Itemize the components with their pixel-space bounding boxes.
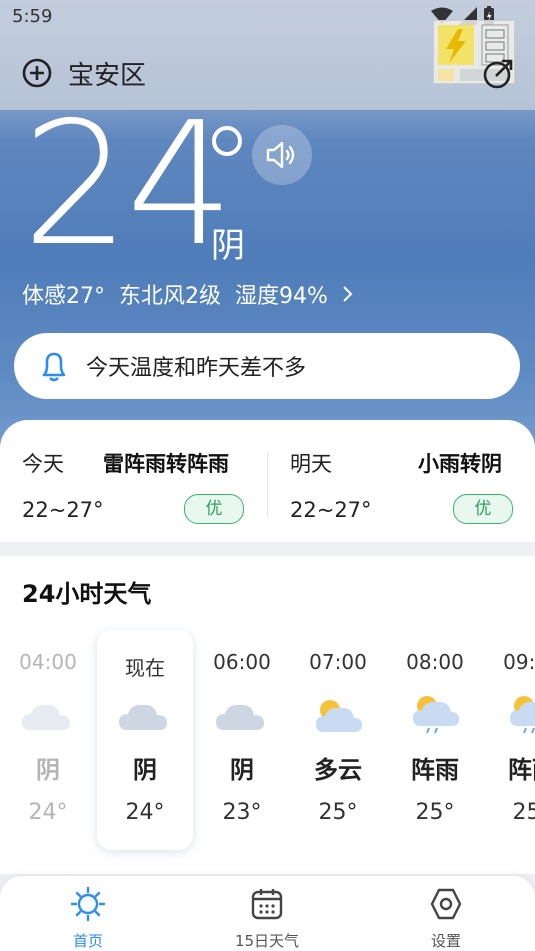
hour-temp: 24°	[28, 800, 68, 825]
hour-condition: 阵雨	[411, 756, 459, 784]
hour-condition: 多云	[314, 756, 362, 784]
status-time: 5:59	[12, 6, 53, 27]
hourly-section: 24小时天气 04:00 阴 24° 现在 阴 24° 06:00 阴 23° …	[0, 556, 535, 874]
cloud-icon	[216, 704, 264, 730]
cloud-icon	[119, 704, 167, 730]
calendar-icon	[251, 889, 283, 920]
settings-icon	[430, 888, 462, 920]
forecast-today[interactable]: 今天 雷阵雨转阵雨 22~27° 优	[0, 420, 245, 542]
nav-15day-label: 15日天气	[234, 932, 300, 950]
nav-home-label: 首页	[72, 932, 103, 950]
hour-temp: 23°	[222, 800, 262, 825]
cloud-icon	[22, 704, 70, 730]
shower-icon	[413, 696, 459, 734]
partly-cloudy-icon	[316, 700, 362, 732]
sun-icon	[70, 886, 106, 922]
current-condition: 阴	[211, 226, 245, 266]
forecast-condition: 小雨转阴	[418, 452, 502, 476]
nav-home[interactable]: 首页	[28, 886, 148, 951]
hour-item[interactable]: 06:00 阴 23°	[194, 628, 290, 850]
current-details[interactable]: 体感27° 东北风2级 湿度94%	[22, 278, 354, 310]
hour-temp: 25°	[318, 800, 358, 825]
notice-text: 今天温度和昨天差不多	[86, 356, 307, 381]
hour-time: 07:00	[309, 650, 367, 674]
forecast-tomorrow[interactable]: 明天 小雨转阴 22~27° 优	[268, 420, 535, 542]
nav-15day[interactable]: 15日天气	[207, 886, 327, 951]
chevron-right-icon	[343, 286, 353, 302]
weather-notice[interactable]: 今天温度和昨天差不多	[14, 333, 520, 399]
hour-item[interactable]: 09:00 阵雨 25°	[484, 628, 535, 850]
humidity: 湿度94%	[235, 284, 328, 309]
hour-item[interactable]: 04:00 阴 24°	[0, 628, 96, 850]
hourly-title: 24小时天气	[22, 580, 152, 608]
aqi-badge: 优	[453, 494, 513, 524]
forecast-day: 明天	[290, 452, 332, 476]
hour-temp: 25°	[512, 800, 535, 825]
hour-time: 08:00	[406, 650, 464, 674]
hour-condition: 阴	[133, 756, 157, 784]
nav-settings[interactable]: 设置	[386, 886, 506, 951]
add-city-icon[interactable]	[22, 58, 52, 88]
hour-temp: 24°	[125, 800, 165, 825]
hour-condition: 阴	[36, 756, 60, 784]
wind: 东北风2级	[119, 284, 221, 309]
hour-item[interactable]: 07:00 多云 25°	[290, 628, 386, 850]
hour-item-current[interactable]: 现在 阴 24°	[97, 630, 193, 850]
hour-time: 06:00	[213, 650, 271, 674]
hour-item[interactable]: 08:00 阵雨 25°	[387, 628, 483, 850]
hour-condition: 阵雨	[508, 756, 535, 784]
voice-broadcast-button[interactable]	[252, 125, 312, 185]
shower-icon	[510, 696, 535, 734]
hour-time: 04:00	[19, 650, 77, 674]
nav-settings-label: 设置	[430, 932, 461, 950]
hour-time: 09:00	[503, 650, 535, 674]
share-icon[interactable]	[482, 58, 514, 90]
bell-icon	[42, 352, 66, 382]
forecast-range: 22~27°	[290, 498, 372, 522]
degree-symbol	[212, 126, 242, 156]
bottom-nav: 首页 15日天气 设置	[0, 876, 535, 951]
feels-like: 体感27°	[22, 284, 105, 309]
hour-time: 现在	[125, 656, 165, 680]
current-temperature: 24	[22, 86, 234, 284]
forecast-day: 今天	[22, 452, 64, 476]
aqi-badge: 优	[184, 494, 244, 524]
forecast-condition: 雷阵雨转阵雨	[103, 452, 229, 476]
speaker-icon	[266, 141, 295, 169]
forecast-range: 22~27°	[22, 498, 104, 522]
hour-condition: 阴	[230, 756, 254, 784]
hour-temp: 25°	[415, 800, 455, 825]
forecast-divider	[267, 452, 268, 518]
